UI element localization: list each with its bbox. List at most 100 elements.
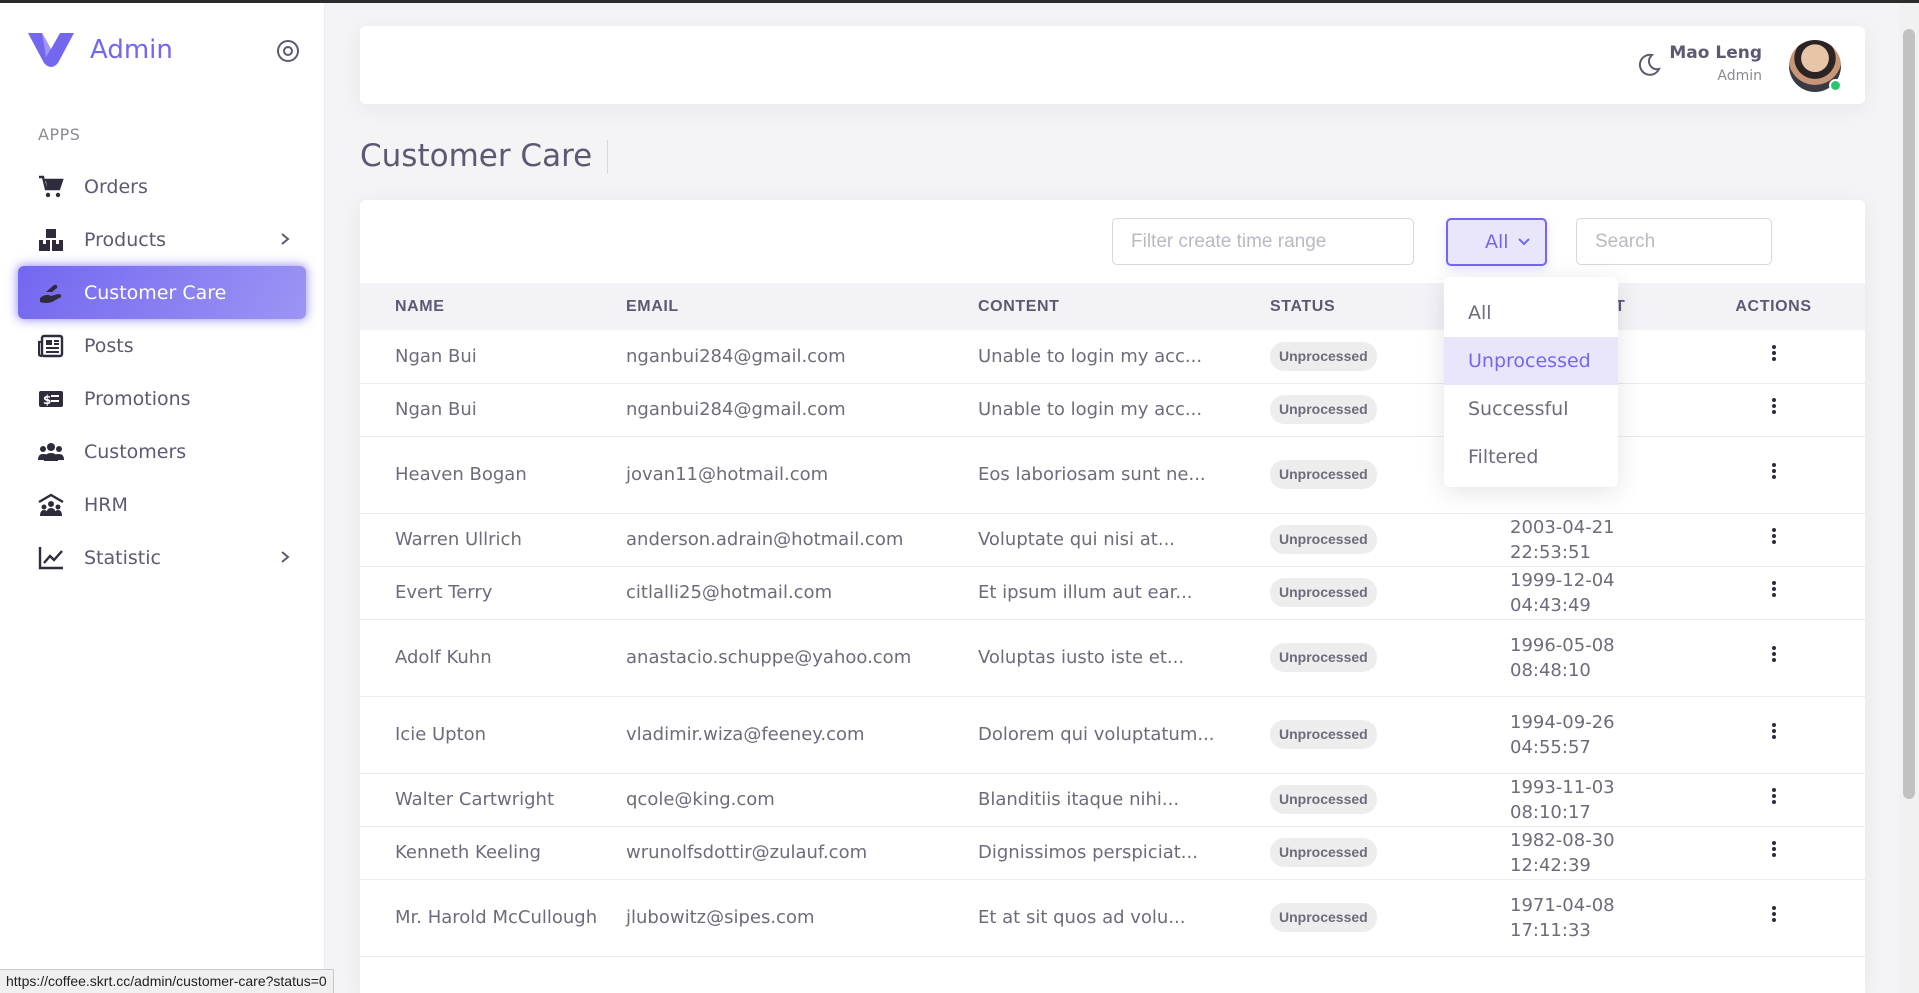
section-label-apps: APPS bbox=[38, 125, 81, 144]
status-dropdown-menu: All Unprocessed Successful Filtered bbox=[1444, 277, 1618, 487]
chevron-right-icon bbox=[281, 551, 290, 563]
cell-actions bbox=[1720, 826, 1865, 880]
table-row[interactable]: Warren Ullrich anderson.adrain@hotmail.co… bbox=[360, 513, 1865, 567]
avatar[interactable] bbox=[1789, 40, 1842, 92]
sidebar-item-label: HRM bbox=[84, 493, 128, 516]
brand[interactable]: Admin bbox=[28, 33, 173, 67]
column-header-name[interactable]: NAME bbox=[360, 283, 626, 330]
top-navbar: Mao Leng Admin bbox=[360, 26, 1865, 104]
cell-actions bbox=[1720, 566, 1865, 620]
table-row[interactable]: Evert Terry citlalli25@hotmail.com Et ipsu… bbox=[360, 566, 1865, 620]
page-scrollbar[interactable] bbox=[1899, 3, 1919, 993]
search-input[interactable] bbox=[1576, 218, 1772, 265]
svg-text:$: $ bbox=[43, 393, 51, 407]
status-filter-value: All bbox=[1485, 231, 1509, 253]
brand-name: Admin bbox=[90, 35, 173, 65]
cell-status: Unprocessed bbox=[1270, 619, 1478, 697]
people-roof-icon bbox=[38, 492, 64, 518]
moon-icon[interactable] bbox=[1635, 52, 1661, 78]
sidebar-item-statistic[interactable]: Statistic bbox=[18, 531, 306, 584]
cell-email: jovan11@hotmail.com bbox=[626, 436, 978, 514]
customer-care-table: NAME EMAIL CONTENT STATUS AT ACTIONS Nga… bbox=[360, 283, 1865, 957]
page-title: Customer Care bbox=[360, 138, 593, 174]
status-option-unprocessed[interactable]: Unprocessed bbox=[1444, 337, 1618, 385]
table-row[interactable]: Mr. Harold McCullough jlubowitz@sipes.com… bbox=[360, 879, 1865, 957]
user-name[interactable]: Mao Leng bbox=[1669, 43, 1762, 63]
column-header-email[interactable]: EMAIL bbox=[626, 283, 978, 330]
sidebar-item-orders[interactable]: Orders bbox=[18, 160, 306, 213]
more-vertical-icon[interactable] bbox=[1764, 460, 1784, 482]
cell-content: Voluptas iusto iste et... bbox=[978, 619, 1270, 697]
table-row[interactable]: Ngan Bui nganbui284@gmail.com Unable to lo… bbox=[360, 330, 1865, 384]
column-header-content[interactable]: CONTENT bbox=[978, 283, 1270, 330]
cell-created-at: 1996-05-08 08:48:10 bbox=[1478, 619, 1720, 697]
collapse-sidebar-icon[interactable] bbox=[275, 38, 301, 64]
chevron-right-icon bbox=[281, 233, 290, 245]
cell-email: wrunolfsdottir@zulauf.com bbox=[626, 826, 978, 880]
status-badge: Unprocessed bbox=[1270, 720, 1377, 749]
table-row[interactable]: Heaven Bogan jovan11@hotmail.com Eos labor… bbox=[360, 436, 1865, 514]
sidebar-item-label: Products bbox=[84, 228, 167, 251]
cell-name: Evert Terry bbox=[360, 566, 626, 620]
cell-content: Dolorem qui voluptatum... bbox=[978, 696, 1270, 774]
table-row[interactable]: Kenneth Keeling wrunolfsdottir@zulauf.com… bbox=[360, 826, 1865, 880]
cell-status: Unprocessed bbox=[1270, 566, 1478, 620]
more-vertical-icon[interactable] bbox=[1764, 578, 1784, 600]
more-vertical-icon[interactable] bbox=[1764, 903, 1784, 925]
status-option-filtered[interactable]: Filtered bbox=[1444, 433, 1618, 481]
sidebar-nav: Orders Products Customer Care Posts $ Pr… bbox=[18, 160, 306, 584]
cell-email: nganbui284@gmail.com bbox=[626, 330, 978, 384]
table-row[interactable]: Icie Upton vladimir.wiza@feeney.com Dolore… bbox=[360, 696, 1865, 774]
sidebar-item-label: Statistic bbox=[84, 546, 161, 569]
more-vertical-icon[interactable] bbox=[1764, 643, 1784, 665]
cell-content: Voluptate qui nisi at... bbox=[978, 513, 1270, 567]
time-range-filter-input[interactable] bbox=[1112, 218, 1414, 265]
status-badge: Unprocessed bbox=[1270, 341, 1377, 371]
more-vertical-icon[interactable] bbox=[1764, 785, 1784, 807]
sidebar-item-products[interactable]: Products bbox=[18, 213, 306, 266]
more-vertical-icon[interactable] bbox=[1764, 342, 1784, 364]
column-header-actions: ACTIONS bbox=[1735, 297, 1812, 315]
cell-created-at: 1994-09-26 04:55:57 bbox=[1478, 696, 1720, 774]
table-row[interactable]: Walter Cartwright qcole@king.com Blanditii… bbox=[360, 773, 1865, 827]
newspaper-icon bbox=[38, 333, 64, 359]
cell-name: Ngan Bui bbox=[360, 383, 626, 437]
cell-content: Et at sit quos ad volu... bbox=[978, 879, 1270, 957]
sidebar-item-customer-care[interactable]: Customer Care bbox=[18, 266, 306, 319]
cell-name: Kenneth Keeling bbox=[360, 826, 626, 880]
more-vertical-icon[interactable] bbox=[1764, 525, 1784, 547]
cell-content: Unable to login my acc... bbox=[978, 330, 1270, 384]
status-badge: Unprocessed bbox=[1270, 578, 1377, 607]
more-vertical-icon[interactable] bbox=[1764, 395, 1784, 417]
cell-created-at: 1982-08-30 12:42:39 bbox=[1478, 826, 1720, 880]
table-row[interactable]: Ngan Bui nganbui284@gmail.com Unable to lo… bbox=[360, 383, 1865, 437]
table-row[interactable]: Adolf Kuhn anastacio.schuppe@yahoo.com Vol… bbox=[360, 619, 1865, 697]
sidebar-item-customers[interactable]: Customers bbox=[18, 425, 306, 478]
more-vertical-icon[interactable] bbox=[1764, 838, 1784, 860]
chevron-down-icon bbox=[1518, 238, 1530, 246]
status-badge: Unprocessed bbox=[1270, 395, 1377, 424]
customer-care-card: All NAME EMAIL CONTENT STATUS AT ACTIONS… bbox=[360, 200, 1865, 993]
cell-email: qcole@king.com bbox=[626, 773, 978, 827]
cell-name: Warren Ullrich bbox=[360, 513, 626, 567]
sidebar: Admin APPS Orders Products Customer Care bbox=[0, 3, 325, 993]
cell-actions bbox=[1720, 436, 1865, 514]
sidebar-item-label: Posts bbox=[84, 334, 134, 357]
cell-created-at: 1971-04-08 17:11:33 bbox=[1478, 879, 1720, 957]
sidebar-item-promotions[interactable]: $ Promotions bbox=[18, 372, 306, 425]
browser-status-url: https://coffee.skrt.cc/admin/customer-ca… bbox=[0, 969, 334, 993]
status-option-all[interactable]: All bbox=[1444, 289, 1618, 337]
status-badge: Unprocessed bbox=[1270, 903, 1377, 932]
sidebar-item-label: Orders bbox=[84, 175, 148, 198]
sidebar-item-label: Customers bbox=[84, 440, 187, 463]
more-vertical-icon[interactable] bbox=[1764, 720, 1784, 742]
status-filter-select[interactable]: All bbox=[1446, 218, 1547, 266]
sidebar-item-hrm[interactable]: HRM bbox=[18, 478, 306, 531]
status-option-successful[interactable]: Successful bbox=[1444, 385, 1618, 433]
cell-actions bbox=[1720, 383, 1865, 437]
status-badge: Unprocessed bbox=[1270, 460, 1377, 489]
sidebar-item-posts[interactable]: Posts bbox=[18, 319, 306, 372]
cell-created-at: 2003-04-21 22:53:51 bbox=[1478, 513, 1720, 567]
scrollbar-thumb[interactable] bbox=[1903, 29, 1915, 799]
cell-status: Unprocessed bbox=[1270, 879, 1478, 957]
